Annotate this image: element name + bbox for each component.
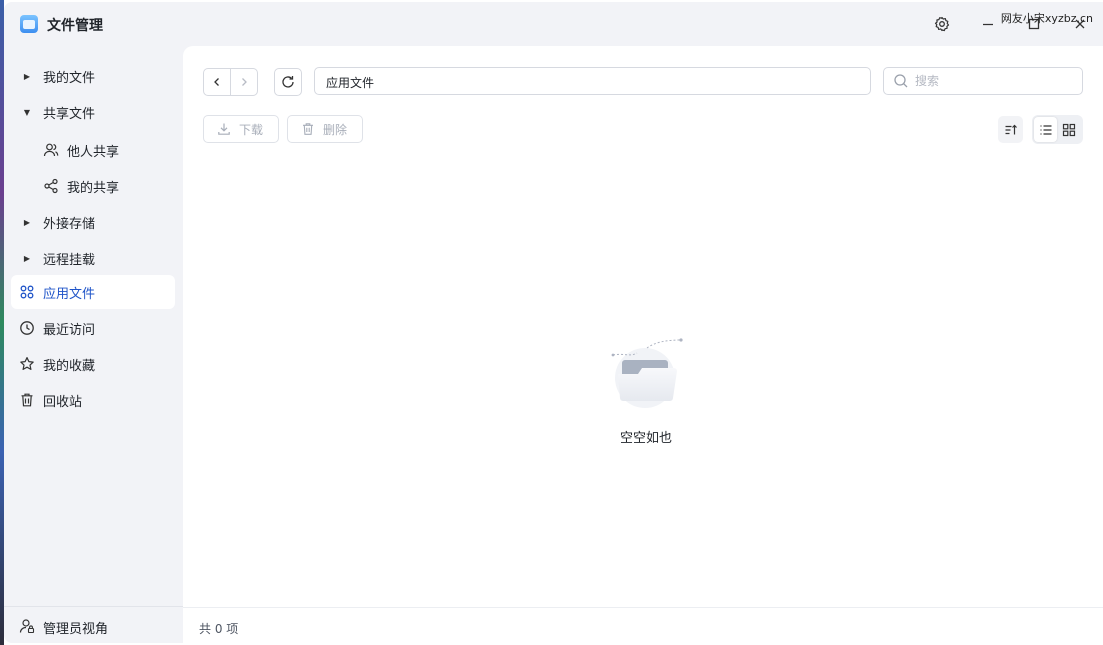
search-icon — [893, 73, 909, 89]
sidebar-item-my-files[interactable]: ▶ 我的文件 — [11, 59, 175, 93]
sidebar: ▶ 我的文件 ▼ 共享文件 他人共享 我的共享 ▶ 外接存储 ▶ 远程挂载 应用… — [4, 46, 183, 606]
grid-view-button[interactable] — [1057, 117, 1080, 142]
sort-icon — [1005, 124, 1017, 134]
sidebar-item-label: 外接存储 — [43, 216, 96, 232]
delete-icon — [301, 122, 315, 136]
download-label: 下载 — [239, 122, 264, 137]
sidebar-item-remote-mount[interactable]: ▶ 远程挂载 — [11, 241, 175, 275]
item-count: 共 0 项 — [199, 622, 239, 636]
caret-right-icon[interactable]: ▶ — [23, 72, 31, 81]
trash-icon — [19, 392, 35, 408]
sidebar-item-label: 我的共享 — [67, 180, 120, 196]
back-button[interactable] — [204, 69, 230, 95]
share-icon — [43, 178, 59, 194]
delete-label: 删除 — [323, 122, 348, 137]
empty-state-text: 空空如也 — [619, 431, 672, 446]
sidebar-item-label: 远程挂载 — [43, 252, 96, 268]
search-input[interactable] — [915, 74, 1075, 88]
sidebar-item-shared-with-me[interactable]: 他人共享 — [11, 133, 175, 167]
file-manager-app-icon — [20, 15, 38, 33]
chevron-left-icon — [214, 78, 220, 86]
view-mode-toggle — [1032, 115, 1083, 144]
main-panel: 应用文件 下载 删除 — [183, 46, 1103, 643]
caret-down-icon[interactable]: ▼ — [23, 108, 31, 117]
sidebar-item-label: 我的收藏 — [43, 358, 96, 374]
star-icon — [19, 356, 35, 372]
refresh-icon — [282, 76, 294, 88]
empty-folder-icon — [607, 334, 687, 414]
sidebar-item-shared-files[interactable]: ▼ 共享文件 — [11, 95, 175, 129]
apps-icon — [19, 284, 35, 300]
caret-right-icon[interactable]: ▶ — [23, 218, 31, 227]
sidebar-item-label: 最近访问 — [43, 322, 96, 338]
sidebar-item-label: 回收站 — [43, 394, 83, 410]
sidebar-item-my-shares[interactable]: 我的共享 — [11, 169, 175, 203]
sort-button[interactable] — [998, 116, 1023, 143]
file-manager-window: 文件管理 网友小宋xyzbz.cn ▶ 我的文件 ▼ 共享文件 他人共享 我的共… — [4, 2, 1103, 643]
status-bar: 共 0 项 — [183, 607, 1103, 643]
history-nav — [203, 68, 258, 96]
download-button[interactable]: 下载 — [203, 115, 279, 143]
sidebar-item-external-storage[interactable]: ▶ 外接存储 — [11, 205, 175, 239]
delete-button[interactable]: 删除 — [287, 115, 363, 143]
grid-view-icon — [1062, 123, 1075, 136]
admin-view-toggle[interactable]: 管理员视角 — [4, 606, 183, 643]
admin-user-icon — [19, 618, 35, 634]
search-field[interactable] — [883, 67, 1083, 95]
sidebar-item-label: 共享文件 — [43, 106, 96, 122]
users-icon — [43, 142, 59, 158]
settings-gear-icon[interactable] — [930, 12, 954, 36]
sidebar-item-recent[interactable]: 最近访问 — [11, 311, 175, 345]
minimize-button[interactable] — [976, 12, 1000, 36]
sidebar-item-recycle-bin[interactable]: 回收站 — [11, 383, 175, 417]
sidebar-item-favorites[interactable]: 我的收藏 — [11, 347, 175, 381]
app-title: 文件管理 — [47, 18, 103, 34]
refresh-button[interactable] — [274, 68, 302, 96]
sidebar-item-label: 他人共享 — [67, 144, 120, 160]
sidebar-item-label: 应用文件 — [43, 286, 96, 302]
sidebar-item-app-files[interactable]: 应用文件 — [11, 275, 175, 309]
download-icon — [217, 122, 231, 136]
chevron-right-icon — [242, 78, 248, 86]
list-view-button[interactable] — [1034, 117, 1057, 142]
admin-view-label: 管理员视角 — [43, 622, 109, 637]
caret-right-icon[interactable]: ▶ — [23, 254, 31, 263]
clock-icon — [19, 320, 35, 336]
list-view-icon — [1040, 124, 1051, 135]
sidebar-item-label: 我的文件 — [43, 70, 96, 86]
title-bar: 文件管理 网友小宋xyzbz.cn — [4, 2, 1103, 46]
watermark-text: 网友小宋xyzbz.cn — [1000, 12, 1093, 25]
path-input[interactable]: 应用文件 — [314, 67, 871, 95]
forward-button[interactable] — [230, 69, 257, 95]
